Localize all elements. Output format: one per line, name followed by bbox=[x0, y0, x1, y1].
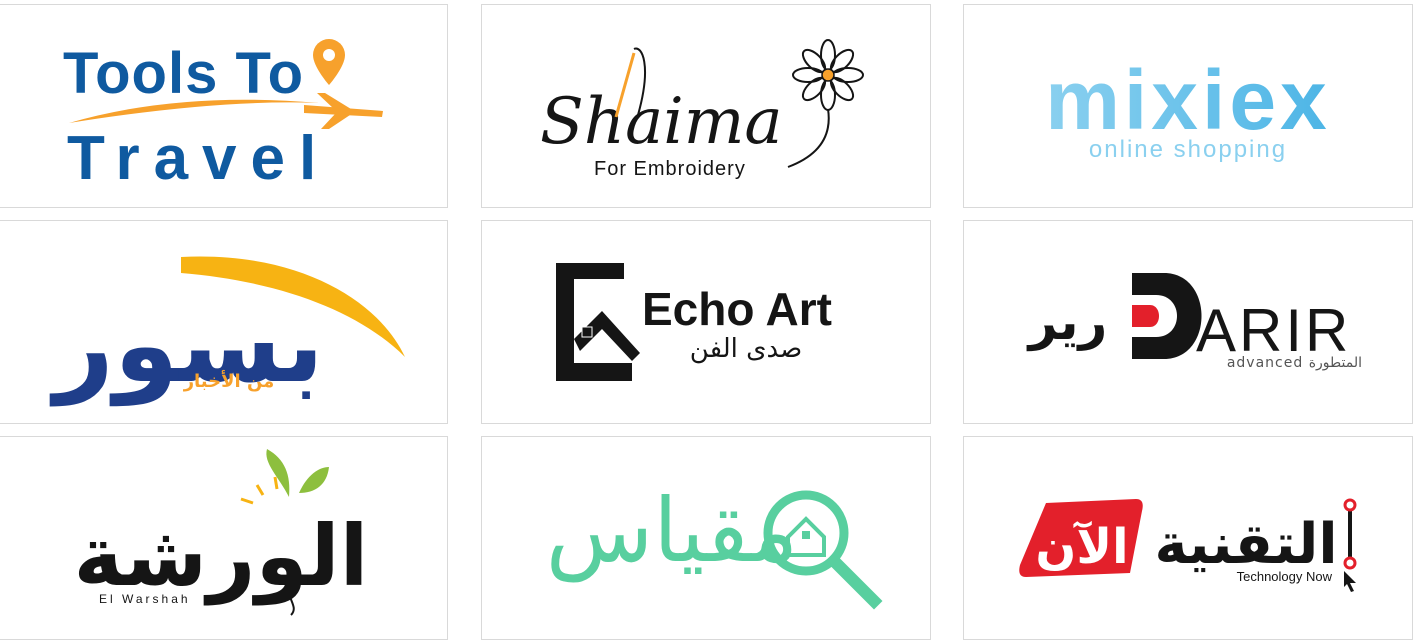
tools-to-travel-logo: Tools To Travel bbox=[63, 39, 383, 193]
shaima-logo: Shaima For Embroidery bbox=[540, 39, 864, 180]
logo-card-darir: رير ARIR advanced المتطورة bbox=[963, 220, 1413, 424]
el-warshah-tagline: El Warshah bbox=[99, 592, 191, 606]
logo-card-basur: بسور من الأخبار bbox=[0, 220, 448, 424]
house-e-icon bbox=[556, 263, 640, 381]
shaima-tagline: For Embroidery bbox=[594, 158, 746, 180]
tools-to-travel-line2: Travel bbox=[67, 124, 330, 193]
echo-art-logo: Echo Art صدى الفن bbox=[556, 263, 832, 381]
technology-now-name: التقنية bbox=[1154, 512, 1337, 577]
mixiex-logo: mixiex online shopping bbox=[1045, 53, 1331, 163]
darir-name: ARIR bbox=[1196, 297, 1351, 364]
mixiex-name: mixiex bbox=[1045, 53, 1331, 147]
cursor-arrow-icon bbox=[1344, 571, 1356, 592]
logo-card-shaima: Shaima For Embroidery bbox=[481, 4, 931, 208]
miqyas-logo: مقياس bbox=[546, 479, 883, 610]
technology-now-logo: الآن التقنية Technology Now bbox=[1019, 498, 1357, 592]
tools-to-travel-line1: Tools To bbox=[63, 41, 304, 106]
technology-now-badge: الآن bbox=[1035, 519, 1128, 575]
darir-tagline: advanced المتطورة bbox=[1227, 355, 1362, 371]
logo-card-tools-to-travel: Tools To Travel bbox=[0, 4, 448, 208]
darir-arabic: رير bbox=[1026, 293, 1108, 352]
echo-art-name: Echo Art bbox=[642, 283, 832, 335]
basur-tagline: من الأخبار bbox=[183, 370, 275, 392]
el-warshah-logo: الورشة El Warshah bbox=[74, 449, 368, 616]
shaima-name: Shaima bbox=[540, 85, 783, 159]
logo-card-mixiex: mixiex online shopping bbox=[963, 4, 1413, 208]
circuit-node-icon bbox=[1343, 498, 1357, 570]
logo-card-el-warshah: الورشة El Warshah bbox=[0, 436, 448, 640]
location-pin-icon bbox=[313, 39, 345, 85]
logo-card-miqyas: مقياس bbox=[481, 436, 931, 640]
technology-now-tagline: Technology Now bbox=[1237, 569, 1333, 584]
mixiex-tagline: online shopping bbox=[1089, 136, 1287, 163]
logo-card-echo-art: Echo Art صدى الفن bbox=[481, 220, 931, 424]
logo-card-technology-now: الآن التقنية Technology Now bbox=[963, 436, 1413, 640]
daisy-flower-icon bbox=[787, 39, 864, 168]
echo-art-tagline: صدى الفن bbox=[690, 334, 802, 364]
darir-logo: رير ARIR advanced المتطورة bbox=[1026, 273, 1362, 371]
d-monogram-icon bbox=[1132, 273, 1202, 359]
miqyas-name: مقياس bbox=[546, 479, 798, 582]
basur-logo: بسور من الأخبار bbox=[49, 256, 405, 406]
